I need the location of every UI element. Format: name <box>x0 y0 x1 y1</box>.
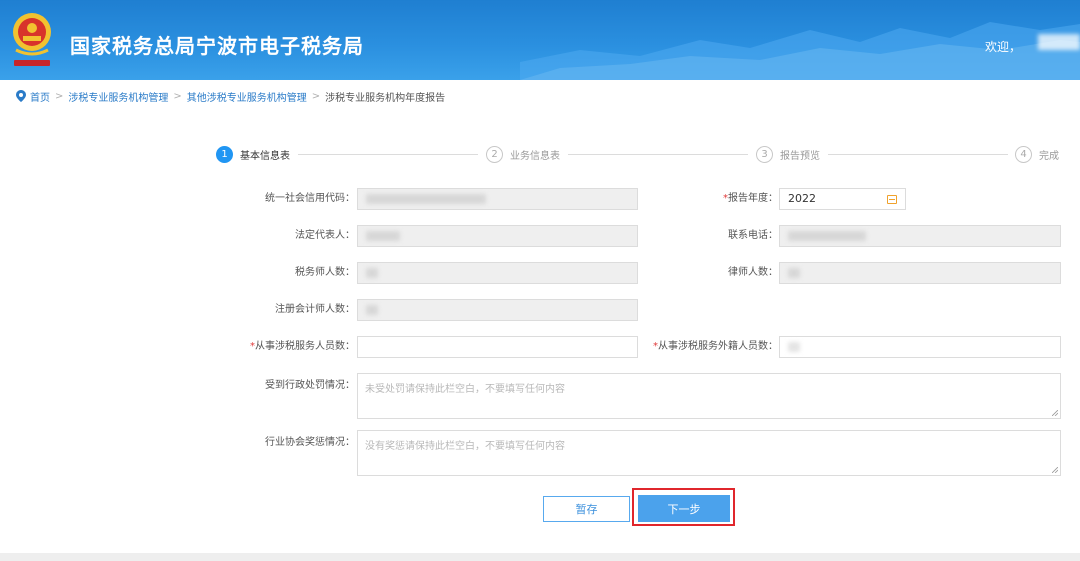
lawyer-count-field[interactable] <box>779 262 1061 284</box>
redacted-value <box>366 194 486 204</box>
award-placeholder: 没有奖惩请保持此栏空白，不要填写任何内容 <box>365 441 565 452</box>
foreign-staff-count-input[interactable] <box>779 336 1061 358</box>
resize-handle-icon[interactable] <box>1052 410 1058 416</box>
breadcrumb-tax-agency-mgmt-link[interactable]: 涉税专业服务机构管理 <box>68 89 168 104</box>
report-year-label: *报告年度： <box>723 193 778 204</box>
step-label: 业务信息表 <box>510 150 560 162</box>
staff-count-label: *从事涉税服务人员数： <box>250 341 355 352</box>
redacted-value <box>788 268 800 278</box>
breadcrumb-home-link[interactable]: 首页 <box>30 89 50 104</box>
redacted-value <box>366 231 400 241</box>
cpa-count-field[interactable] <box>357 299 638 321</box>
legal-rep-field[interactable] <box>357 225 638 247</box>
step-report-preview: 3 报告预览 <box>756 145 820 163</box>
breadcrumb-separator: > <box>311 90 321 102</box>
next-step-button[interactable]: 下一步 <box>638 495 730 522</box>
phone-label: 联系电话： <box>728 230 778 241</box>
credit-code-label: 统一社会信用代码： <box>265 193 355 204</box>
step-complete: 4 完成 <box>1015 145 1059 163</box>
lawyer-count-label: 律师人数： <box>728 267 778 278</box>
tax-agent-count-label: 税务师人数： <box>295 267 355 278</box>
penalty-textarea[interactable]: 未受处罚请保持此栏空白，不要填写任何内容 <box>357 373 1061 419</box>
credit-code-field[interactable] <box>357 188 638 210</box>
progress-steps: 1 基本信息表 2 业务信息表 3 报告预览 4 完成 <box>0 145 1080 165</box>
redacted-value <box>788 342 800 352</box>
footer-bar <box>0 553 1080 561</box>
save-draft-button[interactable]: 暂存 <box>543 496 630 522</box>
penalty-label: 受到行政处罚情况： <box>265 380 355 391</box>
foreign-staff-count-label: *从事涉税服务外籍人员数： <box>653 341 778 352</box>
step-basic-info: 1 基本信息表 <box>216 145 290 163</box>
tax-agent-count-field[interactable] <box>357 262 638 284</box>
step-business-info: 2 业务信息表 <box>486 145 560 163</box>
report-year-picker[interactable]: 2022 <box>779 188 906 210</box>
tax-bureau-emblem-icon <box>13 13 51 66</box>
step-label: 报告预览 <box>780 150 820 162</box>
step-number: 2 <box>486 145 503 163</box>
award-textarea[interactable]: 没有奖惩请保持此栏空白，不要填写任何内容 <box>357 430 1061 476</box>
step-number: 1 <box>216 145 233 163</box>
welcome-text: 欢迎， <box>985 40 1022 54</box>
breadcrumb: 首页 > 涉税专业服务机构管理 > 其他涉税专业服务机构管理 > 涉税专业服务机… <box>16 89 446 104</box>
step-label: 完成 <box>1039 150 1059 162</box>
redacted-value <box>366 305 378 315</box>
report-year-value: 2022 <box>788 192 816 205</box>
resize-handle-icon[interactable] <box>1052 467 1058 473</box>
staff-count-input[interactable] <box>357 336 638 358</box>
step-label: 基本信息表 <box>240 150 290 162</box>
redacted-value <box>788 231 866 241</box>
legal-rep-label: 法定代表人： <box>295 230 355 241</box>
breadcrumb-current: 涉税专业服务机构年度报告 <box>325 92 446 104</box>
breadcrumb-other-agency-mgmt-link[interactable]: 其他涉税专业服务机构管理 <box>187 89 307 104</box>
cpa-count-label: 注册会计师人数： <box>275 304 355 315</box>
breadcrumb-separator: > <box>173 90 182 102</box>
calendar-icon[interactable] <box>887 195 897 204</box>
redacted-value <box>366 268 378 278</box>
penalty-placeholder: 未受处罚请保持此栏空白，不要填写任何内容 <box>365 384 565 395</box>
phone-field[interactable] <box>779 225 1061 247</box>
breadcrumb-separator: > <box>55 90 64 102</box>
award-label: 行业协会奖惩情况： <box>265 437 355 448</box>
location-pin-icon <box>16 90 26 102</box>
step-number: 4 <box>1015 145 1032 163</box>
step-number: 3 <box>756 145 773 163</box>
user-name-redacted[interactable] <box>1038 34 1080 50</box>
site-title: 国家税务总局宁波市电子税务局 <box>70 34 364 58</box>
site-header: 国家税务总局宁波市电子税务局 欢迎， <box>0 0 1080 80</box>
